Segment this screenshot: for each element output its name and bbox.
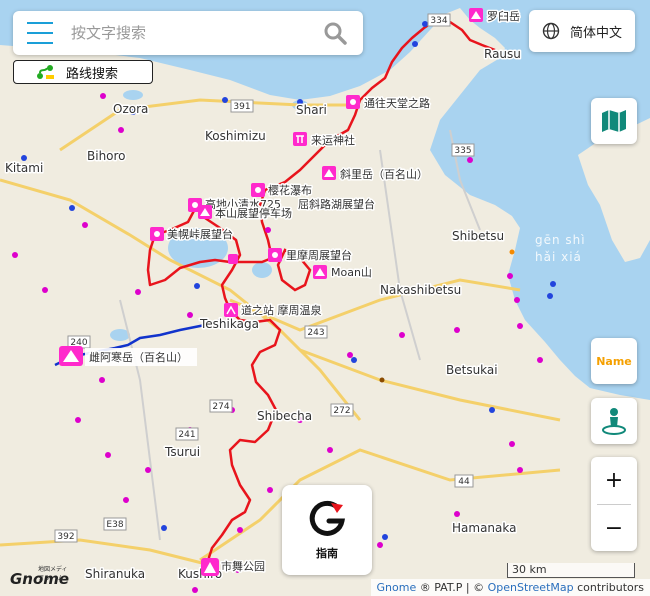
zoom-in-button[interactable]: + bbox=[591, 457, 637, 504]
poi-bihoro-tenbo[interactable]: 美幌峠展望台 bbox=[150, 226, 235, 243]
globe-icon bbox=[542, 22, 560, 40]
search-icon[interactable] bbox=[315, 13, 355, 53]
poi-tama-tenbo[interactable]: 里摩周展望台 bbox=[268, 247, 354, 264]
compass-button[interactable]: 指南 bbox=[282, 485, 372, 575]
place-bihoro: Bihoro bbox=[87, 149, 126, 163]
map-icon bbox=[602, 110, 626, 132]
lake-mashu bbox=[252, 262, 272, 278]
svg-text:392: 392 bbox=[57, 532, 74, 542]
attribution: Gnome ® PAT.P | © OpenStreetMap contribu… bbox=[370, 579, 650, 596]
svg-text:樱花瀑布: 樱花瀑布 bbox=[268, 184, 312, 197]
svg-text:斜里岳（百名山）: 斜里岳（百名山） bbox=[340, 167, 428, 181]
place-ozora: Ozora bbox=[113, 102, 148, 116]
svg-text:Moan山: Moan山 bbox=[331, 266, 372, 279]
svg-text:道之站 摩周温泉: 道之站 摩周温泉 bbox=[241, 303, 322, 317]
place-tsurui: Tsurui bbox=[164, 445, 200, 459]
person-location-icon bbox=[602, 408, 626, 435]
gnome-logo: Gnome 地図メディア ノーム bbox=[10, 566, 70, 588]
place-nakashibetsu: Nakashibetsu bbox=[380, 283, 461, 297]
poi-tentou[interactable]: 通往天堂之路 bbox=[346, 95, 432, 112]
svg-text:E38: E38 bbox=[106, 520, 123, 530]
place-shari: Shari bbox=[296, 103, 327, 117]
poi-rausu-dake[interactable]: 罗臼岳 bbox=[469, 8, 522, 25]
poi-meakan[interactable]: 雌阿寒岳（百名山） bbox=[59, 346, 197, 366]
search-input[interactable] bbox=[69, 23, 315, 43]
svg-text:334: 334 bbox=[430, 16, 447, 26]
menu-icon[interactable] bbox=[27, 22, 53, 44]
zoom-out-button[interactable]: − bbox=[591, 505, 637, 552]
osm-link[interactable]: OpenStreetMap bbox=[488, 581, 574, 594]
place-shibetsu: Shibetsu bbox=[452, 229, 504, 243]
water-label-2: hǎi xiá bbox=[535, 250, 582, 264]
map-layer-button[interactable] bbox=[591, 98, 637, 144]
poi-kotsu-pass[interactable]: 屈斜路湖展望台 bbox=[297, 196, 377, 213]
route-icon bbox=[36, 64, 56, 80]
scale-bar: 30 km bbox=[507, 563, 635, 578]
svg-text:市舞公园: 市舞公园 bbox=[221, 559, 265, 573]
svg-text:391: 391 bbox=[233, 102, 250, 112]
place-shiranuka: Shiranuka bbox=[85, 567, 145, 581]
svg-text:274: 274 bbox=[212, 402, 229, 412]
svg-text:里摩周展望台: 里摩周展望台 bbox=[286, 248, 352, 262]
place-rausu: Rausu bbox=[484, 47, 521, 61]
svg-text:美幌峠展望台: 美幌峠展望台 bbox=[167, 227, 233, 241]
language-label: 简体中文 bbox=[569, 25, 622, 41]
poi-sakura-falls[interactable]: 樱花瀑布 bbox=[251, 183, 314, 199]
place-hamanaka: Hamanaka bbox=[452, 521, 516, 535]
place-kitami: Kitami bbox=[5, 161, 43, 175]
language-button[interactable]: 简体中文 bbox=[529, 10, 635, 52]
svg-text:241: 241 bbox=[178, 430, 195, 440]
route-search-button[interactable]: 路线搜索 bbox=[13, 60, 153, 84]
poi-raiun[interactable]: 来运神社 bbox=[293, 132, 357, 149]
place-koshimizu: Koshimizu bbox=[205, 129, 266, 143]
svg-text:通往天堂之路: 通往天堂之路 bbox=[364, 96, 430, 110]
place-teshikaga: Teshikaga bbox=[199, 317, 259, 331]
search-bar bbox=[13, 11, 363, 55]
svg-text:罗臼岳: 罗臼岳 bbox=[487, 9, 520, 23]
place-betsukai: Betsukai bbox=[446, 363, 498, 377]
poi-moan[interactable]: Moan山 bbox=[313, 265, 373, 281]
svg-text:本山展望停车场: 本山展望停车场 bbox=[215, 206, 292, 220]
svg-text:272: 272 bbox=[333, 406, 350, 416]
svg-text:335: 335 bbox=[454, 146, 471, 156]
svg-text:来运神社: 来运神社 bbox=[311, 133, 355, 147]
place-shibecha: Shibecha bbox=[257, 409, 312, 423]
gnome-link[interactable]: Gnome bbox=[377, 581, 417, 594]
poi-small-1[interactable] bbox=[228, 254, 238, 264]
location-button[interactable] bbox=[591, 398, 637, 444]
svg-text:243: 243 bbox=[307, 328, 324, 338]
svg-text:44: 44 bbox=[458, 477, 470, 487]
compass-label: 指南 bbox=[316, 547, 338, 560]
name-toggle-button[interactable]: Name bbox=[591, 338, 637, 384]
route-search-label: 路线搜索 bbox=[66, 66, 119, 82]
zoom-control: + − bbox=[591, 457, 637, 551]
compass-icon bbox=[309, 500, 345, 536]
svg-text:雌阿寒岳（百名山）: 雌阿寒岳（百名山） bbox=[89, 350, 188, 364]
water-label-1: gēn shì bbox=[535, 233, 586, 247]
